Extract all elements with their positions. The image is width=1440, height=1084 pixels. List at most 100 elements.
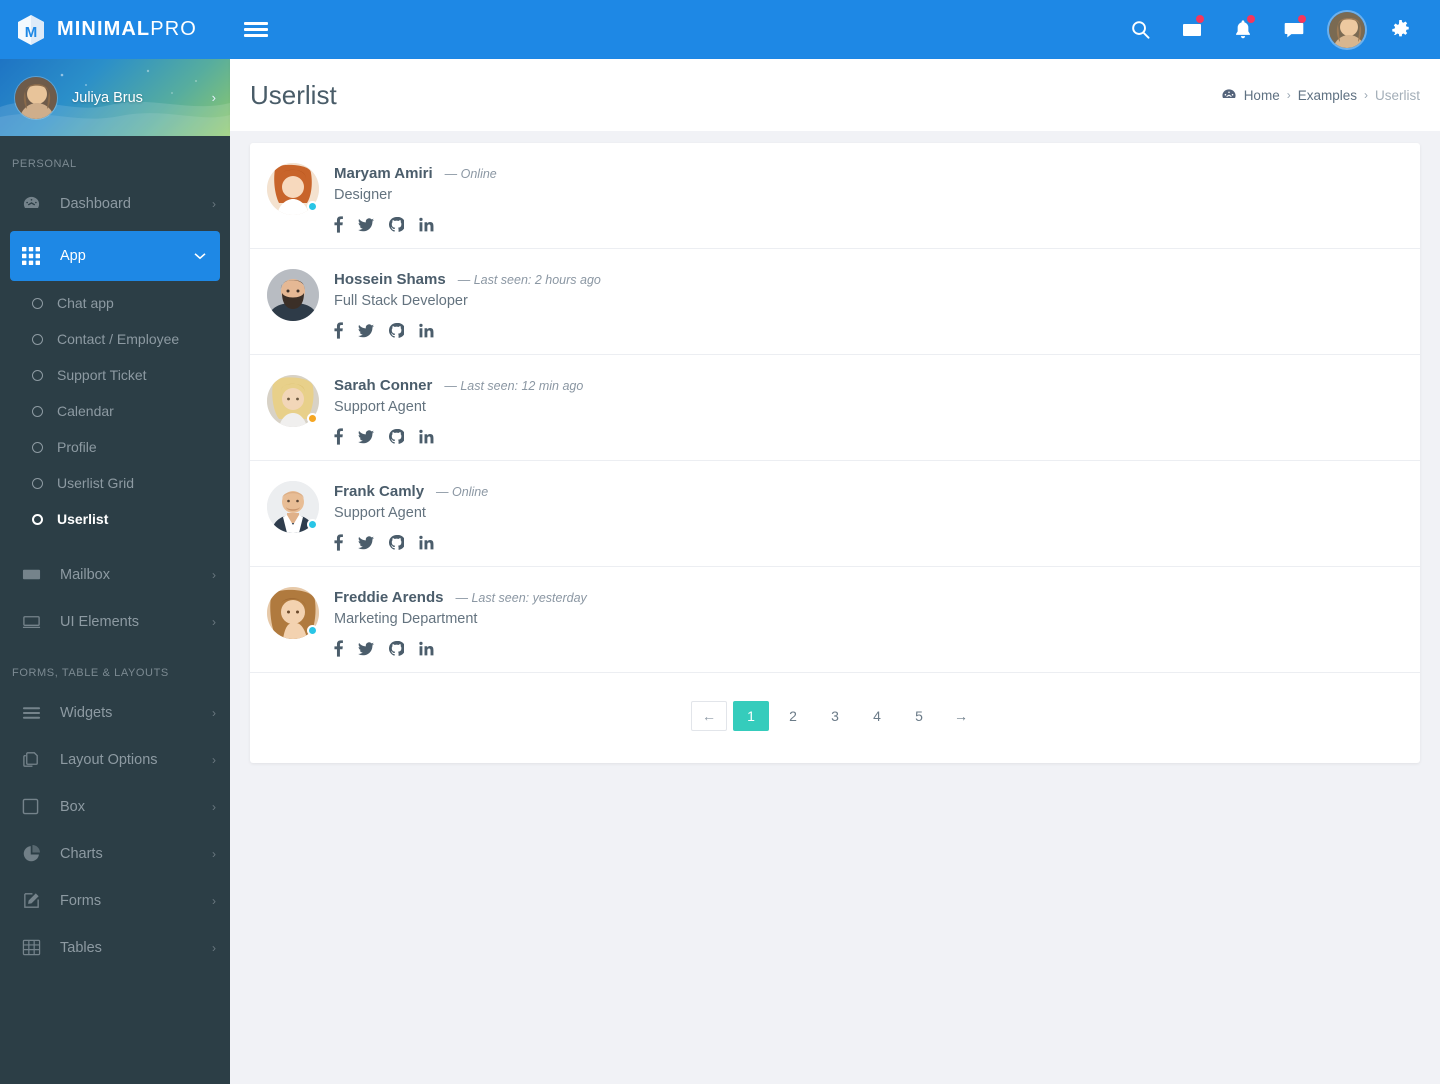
bullet-circle-icon (32, 405, 43, 417)
chevron-right-icon: › (212, 846, 216, 861)
pagination-page-4[interactable]: 4 (859, 701, 895, 731)
list-item[interactable]: Sarah Conner — Last seen: 12 min ago Sup… (250, 355, 1420, 461)
chevron-right-icon: › (212, 705, 216, 720)
pagination-page-3[interactable]: 3 (817, 701, 853, 731)
social-links (334, 216, 497, 233)
twitter-icon[interactable] (358, 535, 374, 550)
hamburger-bar (244, 28, 268, 31)
sidebar-item-label: Forms (60, 892, 102, 909)
twitter-icon[interactable] (358, 641, 374, 656)
table-grid-icon (22, 938, 46, 957)
breadcrumb-item-examples[interactable]: Examples (1298, 88, 1357, 103)
breadcrumb-separator: › (1363, 88, 1368, 102)
sidebar-item-app[interactable]: App (10, 231, 220, 281)
github-icon[interactable] (389, 535, 404, 550)
facebook-icon[interactable] (334, 216, 343, 233)
sidebar-subitem-label: Userlist (57, 511, 109, 527)
facebook-icon[interactable] (334, 534, 343, 551)
chevron-right-icon[interactable]: › (212, 90, 216, 105)
nav-section-personal: PERSONAL (12, 158, 77, 170)
linkedin-icon[interactable] (419, 535, 434, 550)
linkedin-icon[interactable] (419, 323, 434, 338)
sidebar-item-label: Mailbox (60, 566, 110, 583)
sidebar-item-widgets[interactable]: Widgets › (0, 689, 230, 736)
sidebar-item-contact-employee[interactable]: Contact / Employee (0, 321, 230, 357)
home-dome-icon (1221, 88, 1237, 102)
github-icon[interactable] (389, 323, 404, 338)
pencil-square-icon (22, 891, 46, 910)
sidebar-item-chat-app[interactable]: Chat app (0, 285, 230, 321)
search-icon[interactable] (1115, 0, 1166, 59)
sidebar-item-box[interactable]: Box › (0, 783, 230, 830)
github-icon[interactable] (389, 217, 404, 232)
sidebar-item-support-ticket[interactable]: Support Ticket (0, 357, 230, 393)
list-item[interactable]: Hossein Shams — Last seen: 2 hours ago F… (250, 249, 1420, 355)
user-role: Marketing Department (334, 611, 478, 627)
chevron-right-icon: › (212, 196, 216, 211)
sidebar-item-mailbox[interactable]: Mailbox › (0, 551, 230, 598)
twitter-icon[interactable] (358, 217, 374, 232)
sidebar-item-userlist[interactable]: Userlist (0, 501, 230, 537)
list-item-body: Freddie Arends — Last seen: yesterday Ma… (334, 587, 587, 657)
sidebar-profile[interactable]: Juliya Brus › (0, 59, 230, 136)
brand-title-light: PRO (150, 18, 197, 40)
bullet-circle-icon (32, 477, 43, 489)
list-item-headline: Frank Camly — Online (334, 483, 488, 500)
envelope-icon[interactable] (1166, 0, 1217, 59)
hamburger-bar (244, 22, 268, 25)
sidebar-item-layout-options[interactable]: Layout Options › (0, 736, 230, 783)
list-item[interactable]: Frank Camly — Online Support Agent (250, 461, 1420, 567)
list-item-body: Sarah Conner — Last seen: 12 min ago Sup… (334, 375, 583, 445)
facebook-icon[interactable] (334, 428, 343, 445)
bell-icon[interactable] (1217, 0, 1268, 59)
linkedin-icon[interactable] (419, 641, 434, 656)
avatar[interactable] (1327, 9, 1367, 50)
twitter-icon[interactable] (358, 323, 374, 338)
sidebar-item-label: UI Elements (60, 613, 139, 630)
user-status-text: — Last seen: 12 min ago (444, 379, 584, 393)
pagination-next-button[interactable]: → (943, 701, 979, 731)
facebook-icon[interactable] (334, 640, 343, 657)
sidebar-item-tables[interactable]: Tables › (0, 924, 230, 971)
list-item[interactable]: Freddie Arends — Last seen: yesterday Ma… (250, 567, 1420, 673)
list-lines-icon (22, 706, 46, 720)
gear-icon[interactable] (1375, 0, 1426, 59)
linkedin-icon[interactable] (419, 217, 434, 232)
avatar-wrap (267, 163, 319, 215)
github-icon[interactable] (389, 641, 404, 656)
pagination-page-1[interactable]: 1 (733, 701, 769, 731)
sidebar-item-profile[interactable]: Profile (0, 429, 230, 465)
sidebar-item-ui-elements[interactable]: UI Elements › (0, 598, 230, 645)
facebook-icon[interactable] (334, 322, 343, 339)
pagination-page-2[interactable]: 2 (775, 701, 811, 731)
pagination-prev-button[interactable]: ← (691, 701, 727, 731)
list-item-headline: Hossein Shams — Last seen: 2 hours ago (334, 271, 601, 288)
svg-text:M: M (25, 24, 38, 41)
sidebar-item-dashboard[interactable]: Dashboard › (0, 180, 230, 227)
sidebar-subitem-label: Support Ticket (57, 367, 147, 383)
twitter-icon[interactable] (358, 429, 374, 444)
sidebar-item-forms[interactable]: Forms › (0, 877, 230, 924)
avatar (267, 269, 319, 321)
github-icon[interactable] (389, 429, 404, 444)
sidebar-subitem-label: Profile (57, 439, 97, 455)
breadcrumb-item-home[interactable]: Home (1244, 88, 1280, 103)
avatar-wrap (267, 375, 319, 427)
sidebar-item-userlist-grid[interactable]: Userlist Grid (0, 465, 230, 501)
topbar (230, 0, 1440, 59)
avatar-wrap (267, 481, 319, 533)
pagination: ← 1 2 3 4 5 → (250, 673, 1420, 763)
hamburger-icon[interactable] (244, 22, 268, 37)
user-status-text: — Online (436, 485, 489, 499)
brand-logo-area[interactable]: M MINIMALPRO (0, 0, 230, 59)
bullet-circle-icon (32, 513, 43, 525)
sidebar-item-calendar[interactable]: Calendar (0, 393, 230, 429)
linkedin-icon[interactable] (419, 429, 434, 444)
avatar-wrap (267, 269, 319, 321)
chevron-down-icon (194, 249, 206, 263)
list-item-body: Frank Camly — Online Support Agent (334, 481, 488, 551)
chat-bubble-icon[interactable] (1268, 0, 1319, 59)
pagination-page-5[interactable]: 5 (901, 701, 937, 731)
list-item[interactable]: Maryam Amiri — Online Designer (250, 143, 1420, 249)
sidebar-item-charts[interactable]: Charts › (0, 830, 230, 877)
